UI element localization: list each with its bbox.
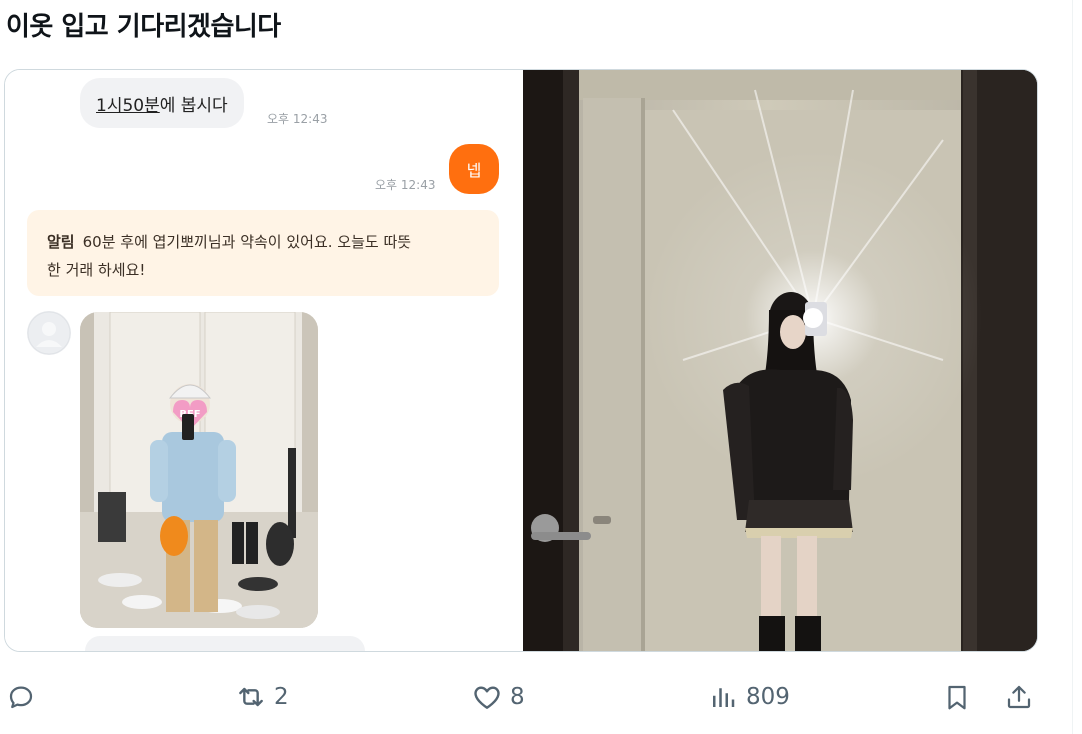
reply-button[interactable] — [4, 668, 38, 726]
column-divider — [1072, 0, 1073, 734]
avatar — [27, 311, 71, 355]
media-grid[interactable]: 1시50분 에 봅시다 오후 12:43 오후 12:43 넵 알림 60분 후에 … — [4, 69, 1038, 652]
next-message-bubble — [85, 636, 365, 651]
like-count: 8 — [510, 684, 525, 710]
notice-line-1: 60분 후에 엽기뽀끼님과 약속이 있어요. 오늘도 따뜻 — [82, 233, 412, 251]
notice-line-2: 한 거래 하세요! — [47, 261, 146, 279]
tweet-text: 이옷 입고 기다리겠습니다 — [6, 12, 281, 42]
like-button[interactable]: 8 — [470, 668, 525, 726]
share-icon — [1002, 680, 1036, 714]
repost-button[interactable]: 2 — [234, 668, 289, 726]
shared-photo: BFF — [80, 312, 318, 628]
repost-icon — [234, 680, 268, 714]
tweet-action-bar: 2 8 809 — [0, 668, 1072, 728]
repost-count: 2 — [274, 684, 289, 710]
incoming-message-text: 에 봅시다 — [159, 95, 228, 116]
incoming-message-time: 오후 12:43 — [267, 112, 328, 126]
incoming-message-bubble: 1시50분 에 봅시다 — [80, 78, 244, 128]
chat-screenshot-image[interactable]: 1시50분 에 봅시다 오후 12:43 오후 12:43 넵 알림 60분 후에 … — [5, 70, 523, 651]
notice-label: 알림 — [47, 233, 75, 251]
views-icon — [706, 680, 740, 714]
mirror-selfie-image[interactable] — [523, 70, 1037, 651]
views-count: 809 — [746, 684, 790, 710]
bookmark-button[interactable] — [940, 668, 974, 726]
bookmark-icon — [940, 680, 974, 714]
outgoing-message-bubble: 넵 — [449, 144, 499, 194]
notice-box: 알림 60분 후에 엽기뽀끼님과 약속이 있어요. 오늘도 따뜻 한 거래 하세요… — [27, 210, 499, 296]
time-link-text: 1시50분 — [96, 95, 160, 116]
share-button[interactable] — [1002, 668, 1036, 726]
reply-icon — [4, 680, 38, 714]
heart-icon — [470, 680, 504, 714]
views-button[interactable]: 809 — [706, 668, 790, 726]
outgoing-message-time: 오후 12:43 — [375, 178, 436, 192]
